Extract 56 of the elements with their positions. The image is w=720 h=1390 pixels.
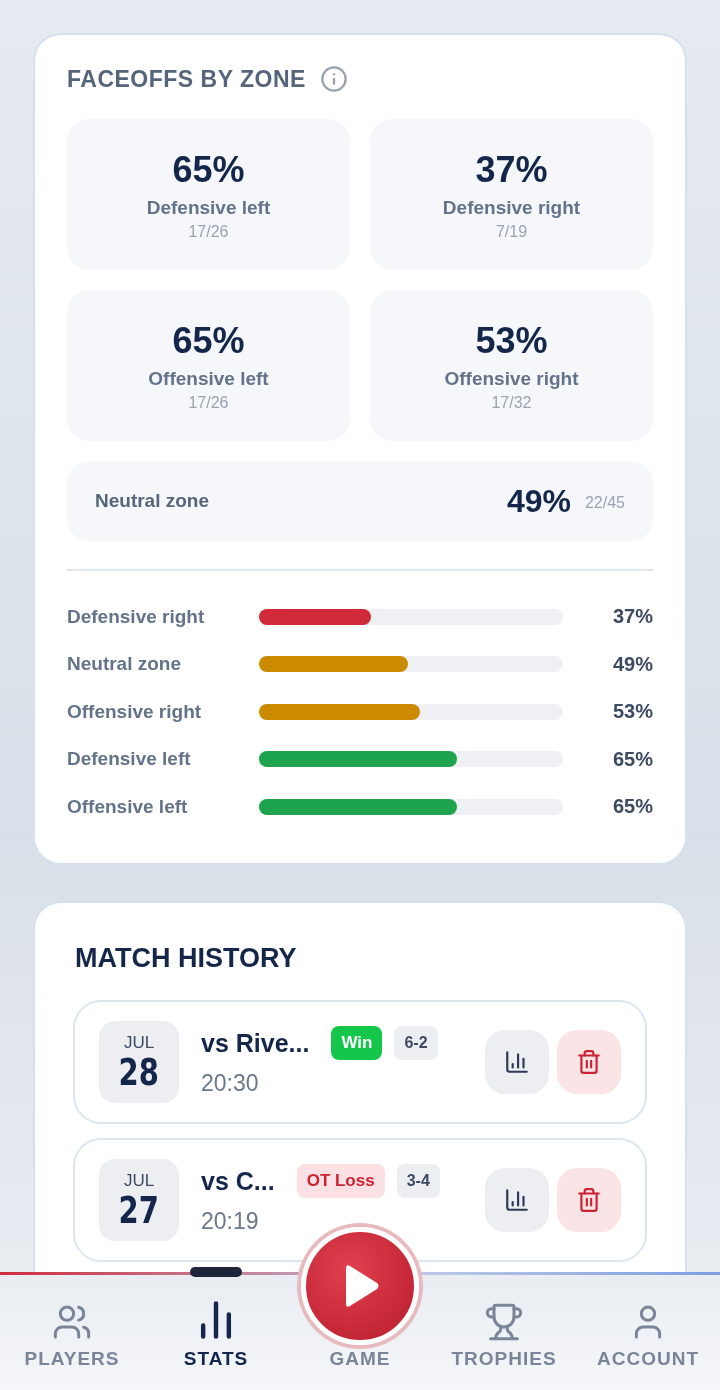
zone-label: Offensive left — [148, 367, 269, 390]
nav-tab[interactable]: PLAYERS — [0, 1267, 144, 1390]
trash-icon — [576, 1048, 602, 1075]
bar-percent: 65% — [611, 795, 653, 819]
nav-tab[interactable]: STATS — [144, 1267, 288, 1390]
zone-percent: 65% — [172, 319, 245, 362]
zone-count: 17/32 — [491, 393, 532, 412]
bar-label: Offensive right — [67, 700, 203, 723]
stats-button[interactable] — [485, 1167, 549, 1232]
bar-label: Defensive right — [67, 605, 206, 628]
zone-percent: 53% — [475, 319, 548, 362]
active-indicator — [190, 1267, 242, 1277]
zone-label: Neutral zone — [95, 490, 211, 512]
bar-label: Defensive left — [67, 748, 192, 771]
zone-count: 17/26 — [188, 393, 229, 412]
match-time: 20:19 — [201, 1208, 260, 1235]
match-card[interactable]: JUL 28 vs Rive... Win 6-2 20:30 — [73, 999, 647, 1124]
date-month: JUL — [123, 1032, 155, 1053]
zone-label: Defensive right — [442, 196, 581, 219]
zone-percent: 65% — [172, 148, 245, 191]
zone-label: Defensive left — [146, 196, 271, 219]
date-day: 27 — [118, 1190, 160, 1229]
stats-button[interactable] — [485, 1029, 549, 1094]
bar-chart-icon — [504, 1186, 530, 1213]
result-badge: OT Loss — [296, 1164, 385, 1198]
delete-button[interactable] — [557, 1167, 621, 1232]
zone-percent: 49% — [506, 482, 571, 520]
opponent-name: vs Rive... — [201, 1028, 310, 1058]
trophy-icon — [484, 1302, 524, 1342]
score-badge: 3-4 — [396, 1164, 440, 1198]
bar-label: Neutral zone — [67, 653, 183, 676]
section-title: FACEOFFS BY ZONE — [67, 65, 306, 93]
match-time: 20:30 — [201, 1070, 260, 1097]
bar-chart-icon — [504, 1048, 530, 1075]
date-day: 28 — [118, 1052, 160, 1091]
zone-label: Offensive right — [444, 367, 579, 390]
date-month: JUL — [123, 1170, 155, 1191]
opponent-name: vs C... — [201, 1166, 275, 1196]
bar-percent: 49% — [611, 652, 653, 676]
bar-label: Offensive left — [67, 795, 189, 818]
info-icon[interactable] — [319, 65, 348, 93]
zone-percent: 37% — [475, 148, 548, 191]
nav-tab[interactable]: ACCOUNT — [576, 1267, 720, 1390]
nav-tab[interactable]: TROPHIES — [432, 1267, 576, 1390]
delete-button[interactable] — [557, 1029, 621, 1094]
score-badge: 6-2 — [394, 1026, 438, 1060]
nav-tab[interactable]: GAME — [288, 1348, 432, 1390]
bar-percent: 53% — [611, 700, 653, 724]
trash-icon — [576, 1186, 602, 1213]
section-title: MATCH HISTORY — [75, 942, 298, 974]
bar-percent: 37% — [611, 605, 653, 629]
zone-count: 7/19 — [495, 222, 528, 241]
bar-percent: 65% — [611, 747, 653, 771]
result-badge: Win — [331, 1026, 383, 1060]
zone-count: 17/26 — [188, 222, 229, 241]
zone-count: 22/45 — [584, 494, 625, 512]
